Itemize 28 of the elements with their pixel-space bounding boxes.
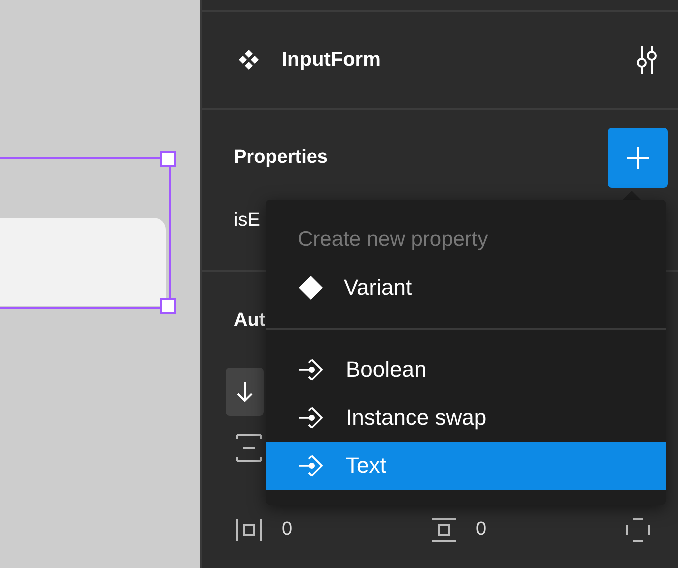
- plus-icon: [626, 146, 650, 170]
- component-icon: [238, 49, 260, 71]
- horizontal-padding-value[interactable]: 0: [282, 519, 432, 541]
- diamond-icon: [298, 275, 324, 301]
- spacing-icon: [236, 434, 262, 462]
- property-icon: [298, 454, 326, 478]
- resize-handle[interactable]: [160, 151, 176, 167]
- down-arrow-icon: [236, 381, 254, 403]
- vertical-padding-icon: [432, 518, 456, 542]
- property-icon: [298, 358, 326, 382]
- property-icon: [298, 406, 326, 430]
- menu-item[interactable]: Instance swap: [266, 394, 666, 442]
- component-name: InputForm: [282, 48, 382, 72]
- vertical-padding-value[interactable]: 0: [476, 519, 626, 541]
- menu-item[interactable]: Variant: [266, 264, 666, 312]
- menu-item[interactable]: Text: [266, 442, 666, 490]
- input-frame[interactable]: [0, 218, 166, 306]
- menu-item[interactable]: Boolean: [266, 346, 666, 394]
- sliders-icon: [634, 45, 660, 75]
- direction-button[interactable]: [226, 368, 264, 416]
- padding-corners-icon: [626, 518, 650, 542]
- resize-handle[interactable]: [160, 298, 176, 314]
- add-property-button[interactable]: [608, 128, 668, 188]
- section-title: Properties: [234, 147, 328, 169]
- property-name[interactable]: isE: [234, 210, 260, 232]
- menu-header: Create new property: [298, 228, 488, 252]
- horizontal-padding-icon: [236, 518, 262, 542]
- section-title: Aut: [234, 310, 266, 332]
